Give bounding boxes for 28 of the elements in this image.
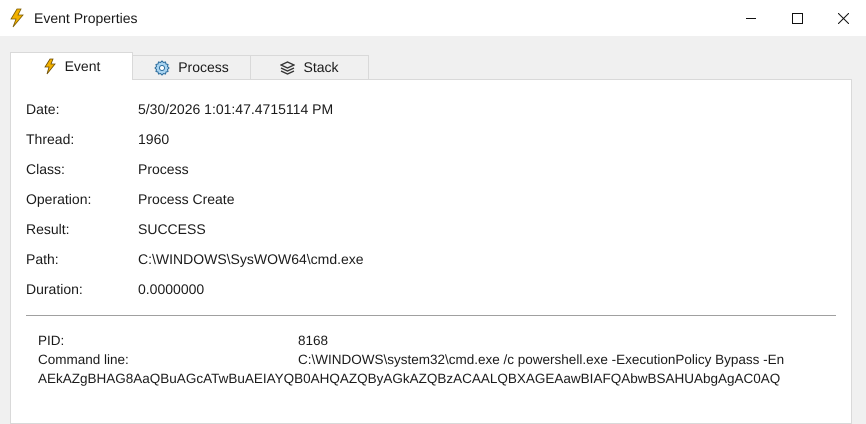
field-label: Duration: — [26, 280, 84, 299]
field-label: Path: — [26, 250, 60, 269]
field-value: 0.0000000 — [138, 280, 204, 299]
field-label: Class: — [26, 160, 66, 179]
field-value: Process Create — [138, 190, 234, 209]
field-label: Command line: — [38, 351, 130, 369]
field-label: Operation: — [26, 190, 92, 209]
field-label: Date: — [26, 100, 60, 119]
tab[interactable]: Event — [10, 52, 133, 80]
gear-icon — [154, 60, 170, 76]
field-value: 1960 — [138, 130, 170, 149]
field-value: 5/30/2026 1:01:47.4715114 PM — [138, 100, 334, 119]
lightning-icon — [42, 58, 57, 75]
command-line-text: AEkAZgBHAG8AaQBuAGcATwBuAEIAYQB0AHQAZQByAGkAZQBzACAALQBXAGEAawBIAFQAbwBSAHUAbgAgAC0AQ — [38, 370, 782, 388]
field-label: Thread: — [26, 130, 76, 149]
tab[interactable]: Stack — [250, 55, 369, 80]
field-value: 8168 — [298, 332, 328, 350]
field-label: PID: — [38, 332, 66, 350]
layers-icon — [280, 60, 296, 74]
field-value: Process — [138, 160, 189, 179]
field-value: SUCCESS — [138, 220, 206, 239]
maximize-icon — [792, 12, 802, 24]
close-icon — [838, 12, 848, 24]
lightning-icon — [8, 8, 26, 28]
field-label: Result: — [26, 220, 71, 239]
window-title: Event Properties — [34, 8, 138, 28]
field-value: C:\WINDOWS\system32\cmd.exe /c powershell.exe -ExecutionPolicy Bypass -En — [298, 351, 784, 369]
field-value: C:\WINDOWS\SysWOW64\cmd.exe — [138, 250, 364, 269]
